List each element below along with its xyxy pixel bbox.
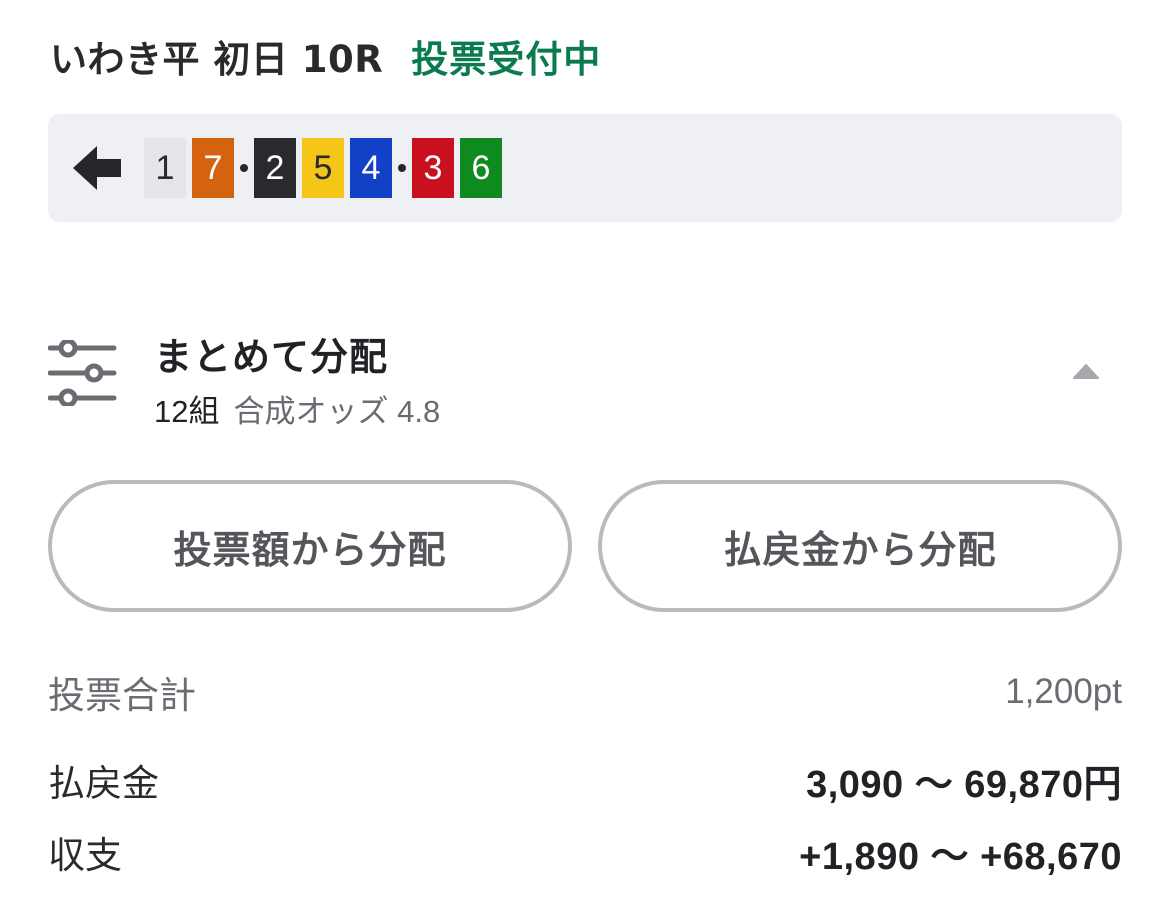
arrow-left-icon <box>73 146 121 190</box>
payout-label: 払戻金 <box>48 762 159 805</box>
distribute-by-bet-button[interactable]: 投票額から分配 <box>48 480 572 612</box>
back-button[interactable] <box>70 140 126 196</box>
separator-dot <box>240 164 248 172</box>
balance-value: +1,890 〜 +68,670 <box>799 835 1122 878</box>
distribution-mode-buttons: 投票額から分配 払戻金から分配 <box>48 480 1122 612</box>
combination-display: 1725436 <box>48 114 1122 222</box>
bike-number-7: 7 <box>192 138 234 198</box>
distribute-by-payout-button[interactable]: 払戻金から分配 <box>598 480 1122 612</box>
balance-label: 収支 <box>48 834 122 877</box>
group-separator <box>398 138 412 198</box>
betting-status: 投票受付中 <box>411 38 602 81</box>
caret-up-icon[interactable] <box>1072 364 1100 380</box>
total-bet-value: 1,200pt <box>1005 672 1122 711</box>
bike-number-5: 5 <box>302 138 344 198</box>
payout-row: 払戻金 3,090 〜 69,870円 <box>48 750 1122 810</box>
bike-number-3: 3 <box>412 138 454 198</box>
group-separator <box>240 138 254 198</box>
bulk-distribution-title: まとめて分配 <box>154 335 389 379</box>
combination-count: 12組 <box>154 394 220 429</box>
payout-value: 3,090 〜 69,870円 <box>806 763 1122 806</box>
bike-number-1: 1 <box>144 138 186 198</box>
total-bet-row: 投票合計 1,200pt <box>48 662 1122 722</box>
composite-odds: 合成オッズ 4.8 <box>233 394 441 429</box>
race-header: いわき平 初日 10R 投票受付中 <box>50 28 601 84</box>
total-bet-label: 投票合計 <box>48 674 196 717</box>
bulk-distribution-summary: 12組 合成オッズ 4.8 <box>154 386 440 431</box>
bike-number-2: 2 <box>254 138 296 198</box>
bike-number-6: 6 <box>460 138 502 198</box>
separator-dot <box>398 164 406 172</box>
bet-distribution-screen: いわき平 初日 10R 投票受付中 1725436 まとめて分配 12組 合成オッ… <box>0 0 1170 918</box>
sliders-icon <box>48 340 117 406</box>
bike-number-4: 4 <box>350 138 392 198</box>
balance-row: 収支 +1,890 〜 +68,670 <box>48 822 1122 882</box>
bulk-distribution-panel[interactable]: まとめて分配 12組 合成オッズ 4.8 <box>48 318 1122 430</box>
race-title: いわき平 初日 10R <box>50 38 384 81</box>
combination-numbers: 1725436 <box>144 138 508 198</box>
